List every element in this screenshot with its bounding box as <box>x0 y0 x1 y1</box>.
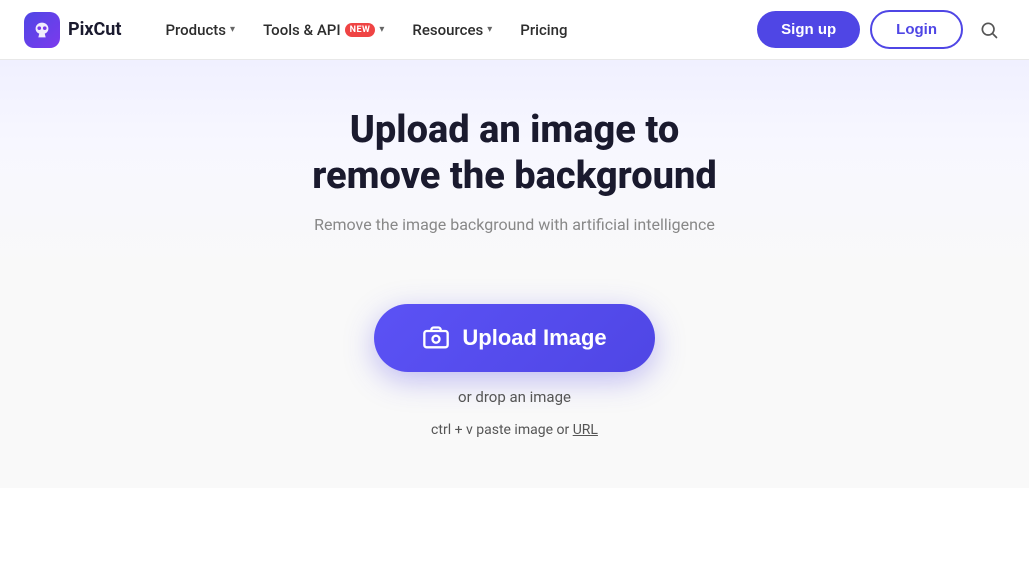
nav-resources[interactable]: Resources ▾ <box>400 13 504 47</box>
resources-chevron: ▾ <box>487 24 492 35</box>
logo-text: PixCut <box>68 19 121 40</box>
products-label: Products <box>165 21 226 39</box>
signup-button[interactable]: Sign up <box>757 11 860 48</box>
products-chevron: ▾ <box>230 24 235 35</box>
hero-section: Upload an image to remove the background… <box>0 60 1029 264</box>
navbar: PixCut Products ▾ Tools & API NEW ▾ Reso… <box>0 0 1029 60</box>
nav-products[interactable]: Products ▾ <box>153 13 247 47</box>
url-link[interactable]: URL <box>573 422 598 438</box>
tools-chevron: ▾ <box>379 24 384 35</box>
tools-new-badge: NEW <box>345 23 376 37</box>
search-button[interactable] <box>973 14 1005 46</box>
resources-label: Resources <box>412 21 483 39</box>
nav-tools-api[interactable]: Tools & API NEW ▾ <box>251 13 396 47</box>
search-icon <box>979 20 999 40</box>
login-button[interactable]: Login <box>870 10 963 49</box>
hero-subtitle: Remove the image background with artific… <box>20 215 1009 234</box>
upload-section: Upload Image or drop an image ctrl + v p… <box>0 264 1029 488</box>
upload-image-button[interactable]: Upload Image <box>374 304 654 372</box>
hero-title-line2: remove the background <box>312 154 717 198</box>
hero-title-line1: Upload an image to <box>350 108 680 152</box>
upload-icon <box>422 324 450 352</box>
nav-links: Products ▾ Tools & API NEW ▾ Resources ▾… <box>153 13 757 47</box>
paste-text: ctrl + v paste image or URL <box>431 422 598 438</box>
nav-pricing[interactable]: Pricing <box>508 13 579 47</box>
tools-api-label: Tools & API <box>263 21 341 39</box>
logo-icon <box>24 12 60 48</box>
upload-button-label: Upload Image <box>462 325 606 351</box>
hero-title: Upload an image to remove the background <box>215 108 815 199</box>
drop-text: or drop an image <box>458 388 571 406</box>
nav-actions: Sign up Login <box>757 10 1005 49</box>
logo[interactable]: PixCut <box>24 12 121 48</box>
pricing-label: Pricing <box>520 21 567 39</box>
